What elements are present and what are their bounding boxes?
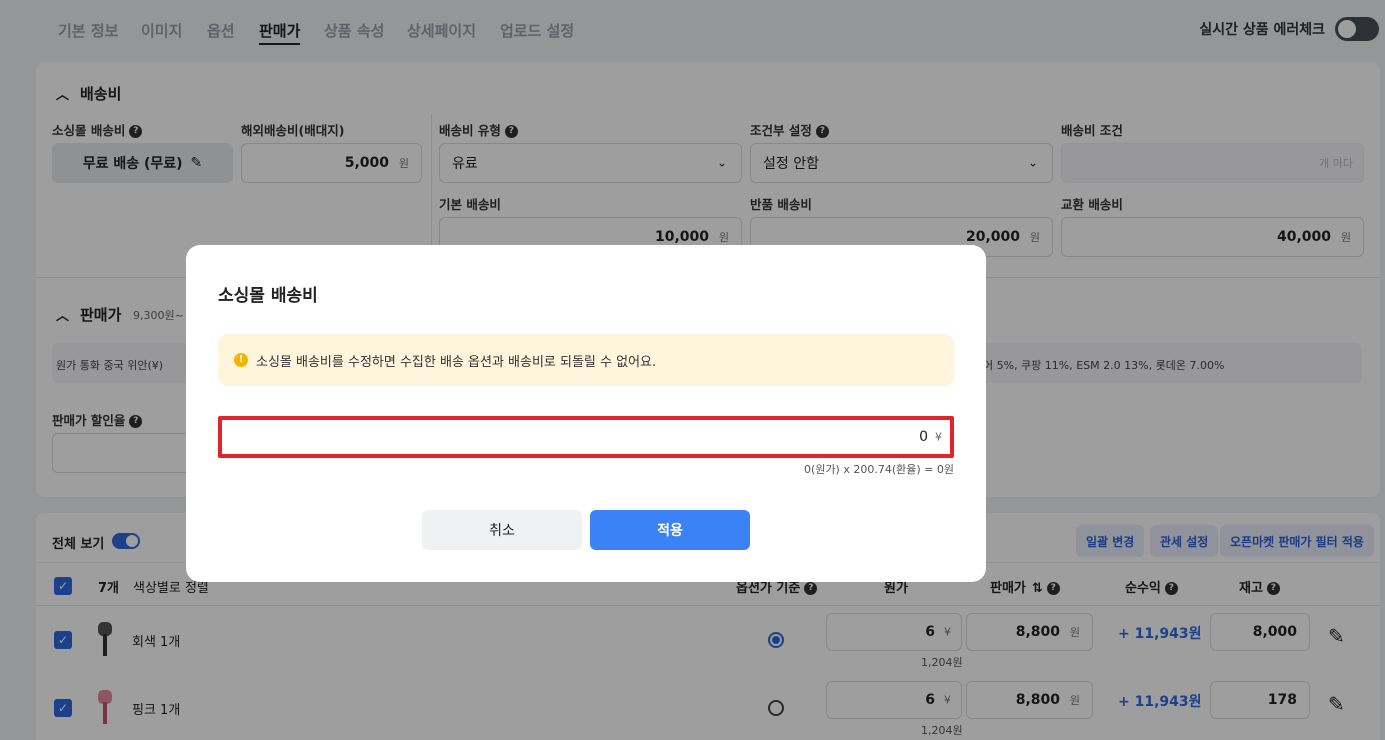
modal-title: 소싱몰 배송비 [218,286,318,306]
conversion-formula: 0(원가) x 200.74(환율) = 0원 [804,463,954,476]
sourcing-fee-input[interactable]: 0 ¥ [218,416,954,458]
warning-banner: ! 소싱몰 배송비를 수정하면 수집한 배송 옵션과 배송비로 되돌릴 수 없어… [218,334,954,386]
cancel-button[interactable]: 취소 [422,510,582,550]
sourcing-fee-modal: 소싱몰 배송비 ! 소싱몰 배송비를 수정하면 수집한 배송 옵션과 배송비로 … [186,245,986,582]
warning-text: 소싱몰 배송비를 수정하면 수집한 배송 옵션과 배송비로 되돌릴 수 없어요. [256,355,657,370]
warning-icon: ! [234,353,248,367]
apply-button[interactable]: 적용 [590,510,750,550]
